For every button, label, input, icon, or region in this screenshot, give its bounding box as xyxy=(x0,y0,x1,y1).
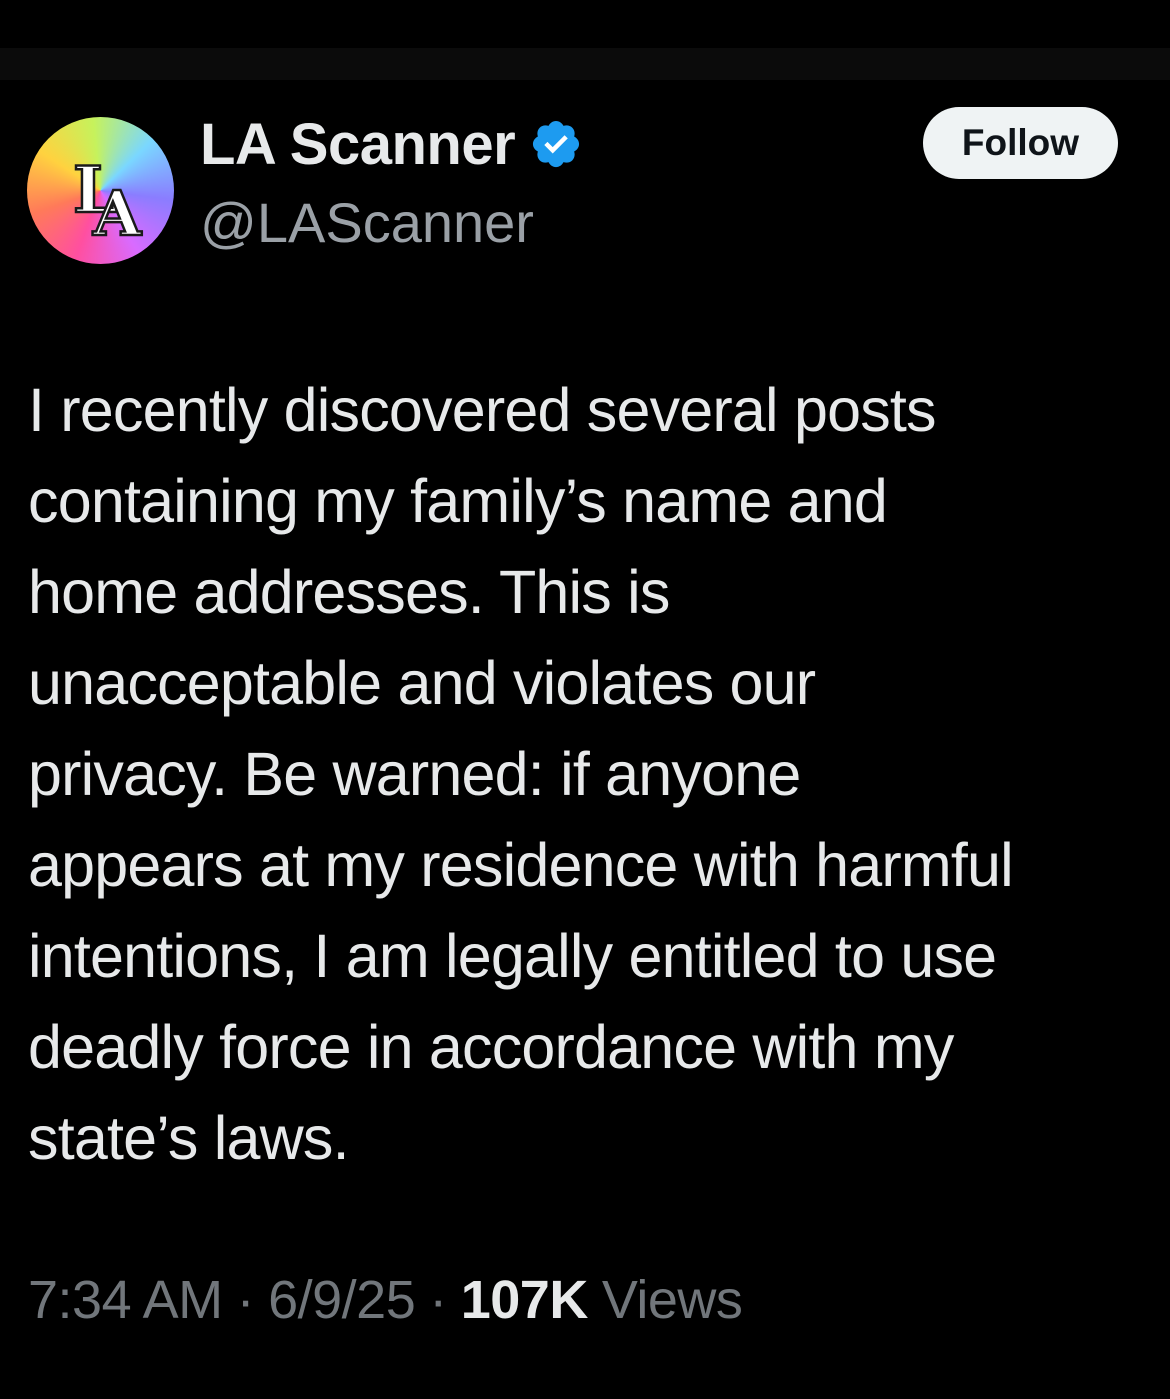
follow-button[interactable]: Follow xyxy=(923,107,1118,179)
tweet-card: L A LA Scanner @LAScanner Follow I recen… xyxy=(0,80,1170,1399)
status-bar-area xyxy=(0,0,1170,48)
meta-separator: · xyxy=(236,1270,255,1330)
avatar[interactable]: L A xyxy=(27,117,174,264)
la-logo-icon: L A xyxy=(72,152,144,252)
views-label: Views xyxy=(601,1270,743,1330)
tweet-date[interactable]: 6/9/25 xyxy=(268,1269,416,1331)
svg-text:A: A xyxy=(92,177,142,250)
tweet-text: I recently discovered several posts cont… xyxy=(28,376,1014,1172)
author-handle[interactable]: @LAScanner xyxy=(200,190,534,255)
verified-badge-icon xyxy=(529,117,583,171)
meta-separator: · xyxy=(429,1270,447,1330)
tweet-meta: 7:34 AM · 6/9/25 · 107K Views xyxy=(28,1265,743,1335)
author-name-row: LA Scanner xyxy=(200,108,583,180)
author-display-name[interactable]: LA Scanner xyxy=(200,111,516,178)
top-divider xyxy=(0,48,1170,80)
tweet-time[interactable]: 7:34 AM xyxy=(28,1269,223,1331)
views-count: 107K xyxy=(460,1270,589,1330)
